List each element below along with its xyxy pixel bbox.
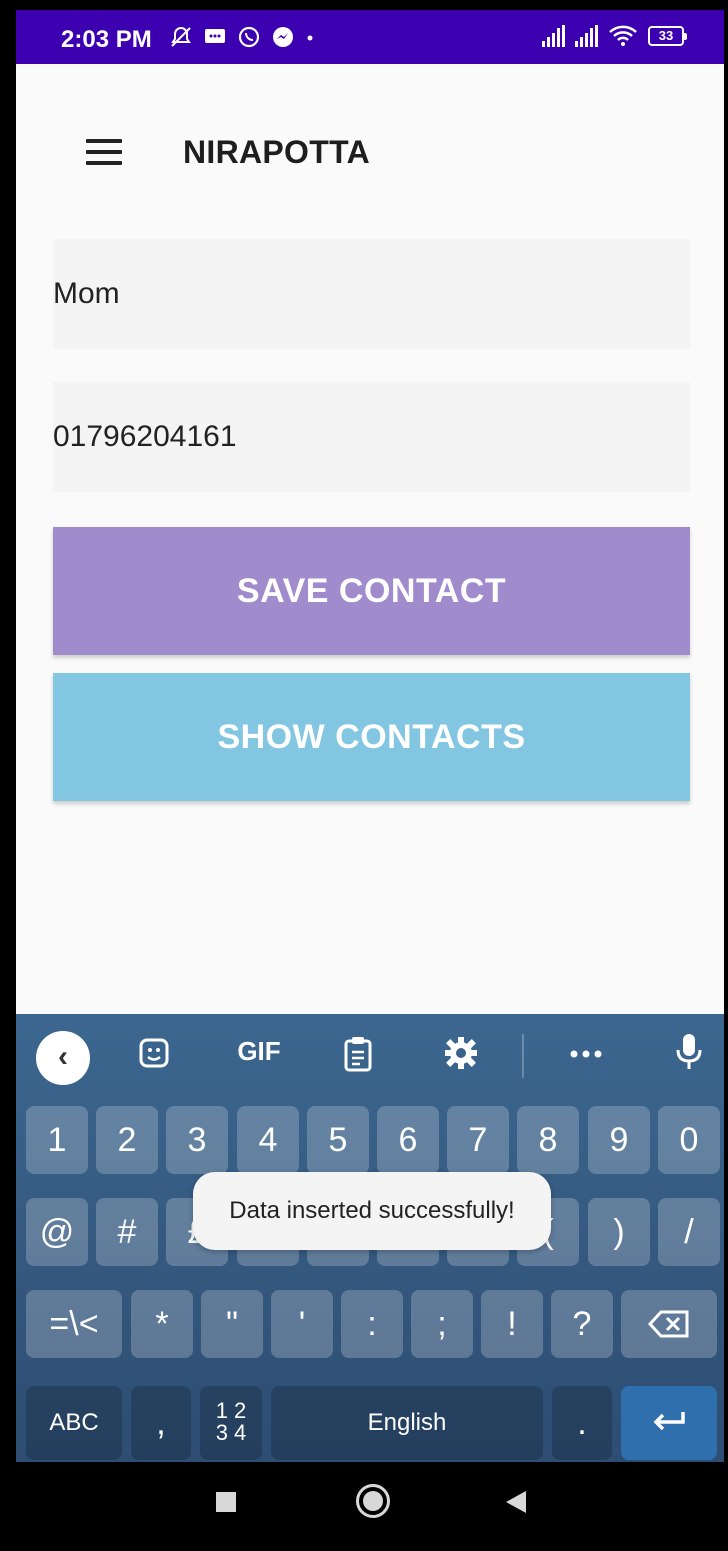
comma-key[interactable]: , — [131, 1386, 191, 1460]
gif-button[interactable]: GIF — [234, 1036, 284, 1067]
microphone-icon[interactable] — [676, 1032, 702, 1072]
back-icon[interactable]: ‹ — [36, 1031, 90, 1085]
save-contact-button[interactable]: SAVE CONTACT — [53, 527, 690, 655]
mute-icon — [171, 26, 191, 47]
key[interactable]: 9 — [588, 1106, 650, 1174]
battery-icon: 33 — [648, 26, 687, 46]
key[interactable]: 6 — [377, 1106, 439, 1174]
name-input[interactable] — [53, 277, 690, 311]
key[interactable]: / — [658, 1198, 720, 1266]
numpad-top: 1 2 — [215, 1398, 247, 1423]
whatsapp-icon — [238, 26, 260, 48]
key[interactable]: =\< — [26, 1290, 122, 1358]
recent-apps-icon[interactable] — [216, 1492, 236, 1512]
key[interactable]: 1 — [26, 1106, 88, 1174]
key[interactable]: ! — [481, 1290, 543, 1358]
notification-icons — [169, 25, 315, 49]
toolbar-divider — [522, 1034, 524, 1078]
phone-field[interactable] — [53, 382, 690, 492]
home-icon[interactable] — [356, 1484, 390, 1518]
key[interactable]: * — [131, 1290, 193, 1358]
wifi-icon — [609, 25, 637, 46]
key[interactable]: : — [341, 1290, 403, 1358]
enter-key[interactable] — [621, 1386, 717, 1460]
keyboard-toolbar: ‹ GIF — [16, 1014, 724, 1098]
more-icon[interactable] — [569, 1048, 603, 1060]
app-toolbar: NIRAPOTTA — [16, 64, 724, 244]
enter-icon — [653, 1412, 685, 1431]
signal-icon — [575, 25, 598, 47]
messenger-icon — [273, 27, 293, 47]
settings-icon[interactable] — [444, 1036, 478, 1070]
back-nav-icon[interactable] — [506, 1491, 526, 1513]
key[interactable]: ; — [411, 1290, 473, 1358]
key[interactable]: 4 — [237, 1106, 299, 1174]
numpad-key[interactable]: 1 2 3 4 — [200, 1386, 262, 1460]
key[interactable]: @ — [26, 1198, 88, 1266]
signal-icon — [542, 25, 565, 47]
key[interactable]: ? — [551, 1290, 613, 1358]
key[interactable]: ' — [271, 1290, 333, 1358]
phone-screen: 2:03 PM 33 NIRAPOTTA SAVE CONTACT SHOW C… — [16, 10, 724, 1545]
status-bar: 2:03 PM 33 — [16, 10, 724, 64]
toast-message: Data inserted successfully! — [193, 1172, 551, 1250]
key[interactable]: 0 — [658, 1106, 720, 1174]
menu-icon[interactable] — [86, 139, 122, 165]
show-contacts-button[interactable]: SHOW CONTACTS — [53, 673, 690, 801]
clipboard-icon[interactable] — [342, 1036, 374, 1072]
key[interactable]: 2 — [96, 1106, 158, 1174]
message-icon — [205, 29, 225, 43]
name-field[interactable] — [53, 239, 690, 349]
dot-icon — [307, 35, 313, 41]
key[interactable]: 7 — [447, 1106, 509, 1174]
key[interactable]: 5 — [307, 1106, 369, 1174]
backspace-icon — [647, 1310, 689, 1338]
backspace-key[interactable] — [621, 1290, 717, 1358]
app-title: NIRAPOTTA — [183, 134, 370, 170]
key[interactable]: # — [96, 1198, 158, 1266]
sticker-icon[interactable] — [137, 1036, 171, 1070]
abc-key[interactable]: ABC — [26, 1386, 122, 1460]
status-time: 2:03 PM — [61, 26, 152, 53]
key[interactable]: ) — [588, 1198, 650, 1266]
system-icons: 33 — [542, 24, 687, 48]
key[interactable]: 3 — [166, 1106, 228, 1174]
numpad-bottom: 3 4 — [215, 1420, 247, 1445]
period-key[interactable]: . — [552, 1386, 612, 1460]
key[interactable]: 8 — [517, 1106, 579, 1174]
navigation-bar — [16, 1462, 724, 1545]
key[interactable]: " — [201, 1290, 263, 1358]
space-key[interactable]: English — [271, 1386, 543, 1460]
phone-input[interactable] — [53, 420, 690, 454]
app-content: NIRAPOTTA SAVE CONTACT SHOW CONTACTS — [16, 64, 724, 1014]
